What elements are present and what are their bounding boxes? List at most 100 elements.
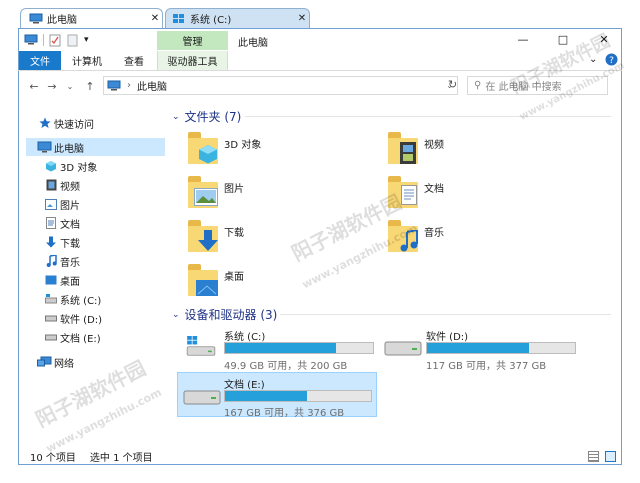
sidebar-item-documents[interactable]: 文档 [26,214,165,232]
refresh-icon[interactable]: ↻ [448,78,457,91]
sidebar-item-label: 图片 [60,200,80,212]
sidebar-item-label: 此电脑 [54,143,84,155]
windows-drive-icon [172,13,186,25]
tab-drive-c[interactable]: 系统 (C:) ✕ [165,8,310,28]
music-icon [44,255,58,267]
folder-label: 文档 [424,184,444,195]
sidebar-item-desktop[interactable]: 桌面 [26,271,165,289]
sidebar-item-label: 音乐 [60,257,80,269]
drive-name: 系统 (C:) [224,332,266,343]
folder-label: 3D 对象 [224,140,262,151]
drive-icon [44,333,58,341]
drive-info: 167 GB 可用，共 376 GB [224,408,345,419]
folder-picture-icon [188,174,218,208]
computer-icon [36,141,52,153]
sidebar-item-label: 网络 [54,358,74,370]
sidebar-item-label: 快速访问 [54,119,94,131]
back-button[interactable]: ← [26,78,42,94]
folder-label: 音乐 [424,228,444,239]
folder-label: 图片 [224,184,244,195]
cube-icon [44,160,58,172]
sidebar-item-label: 桌面 [60,276,80,288]
tab-label: 此电脑 [47,15,77,26]
customize-toolbar-icon[interactable]: ▾ [84,35,89,45]
sidebar-item-drive-e[interactable]: 文档 (E:) [26,328,165,346]
address-bar[interactable]: › 此电脑 ⌄ [103,76,458,95]
sidebar-item-drive-d[interactable]: 软件 (D:) [26,309,165,327]
sidebar-item-videos[interactable]: 视频 [26,176,165,194]
sidebar-item-quick-access[interactable]: 快速访问 [26,114,165,132]
tab-file[interactable]: 文件 [19,51,61,70]
folder-item-documents[interactable]: 文档 [386,172,566,212]
window-title: 此电脑 [238,38,268,49]
details-view-icon[interactable] [588,451,599,462]
computer-icon[interactable] [24,34,38,46]
large-icons-view-icon[interactable] [605,451,616,462]
drive-usage-bar [224,390,372,402]
folder-item-3d-objects[interactable]: 3D 对象 [186,128,366,168]
up-button[interactable]: ↑ [82,78,98,94]
drive-item-d[interactable]: 软件 (D:) 117 GB 可用，共 377 GB [380,324,580,372]
drives-group-header[interactable]: ⌄ 设备和驱动器 (3) [172,306,277,323]
minimize-button[interactable]: — [508,30,538,48]
network-icon [36,356,52,368]
sidebar-item-3d-objects[interactable]: 3D 对象 [26,157,165,175]
sidebar-item-this-pc[interactable]: 此电脑 [26,138,165,156]
new-folder-icon[interactable] [67,34,78,47]
quick-access-toolbar: ▾ [24,33,89,47]
drive-info: 117 GB 可用，共 377 GB [426,361,547,372]
drive-icon [384,341,422,356]
folder-label: 桌面 [224,272,244,283]
sidebar-item-downloads[interactable]: 下载 [26,233,165,251]
chevron-down-icon[interactable]: ⌄ [172,310,180,320]
drive-usage-bar [224,342,374,354]
search-icon: ⚲ [474,80,482,91]
sidebar-item-drive-c[interactable]: 系统 (C:) [26,290,165,308]
context-tab-manage[interactable]: 管理 [157,31,228,50]
folder-desktop-icon [188,262,218,296]
sidebar-item-label: 软件 (D:) [60,314,103,326]
windows-drive-icon [186,336,216,356]
drive-icon [44,294,58,304]
breadcrumb[interactable]: 此电脑 [137,78,167,93]
drive-name: 软件 (D:) [426,332,469,343]
folders-group-header[interactable]: ⌄ 文件夹 (7) [172,108,241,125]
drive-item-c[interactable]: 系统 (C:) 49.9 GB 可用，共 200 GB [178,324,378,372]
recent-locations-icon[interactable]: ⌄ [62,78,78,94]
sidebar-item-label: 下载 [60,238,80,250]
group-title: 文件夹 (7) [184,110,242,124]
group-title: 设备和驱动器 (3) [184,308,278,322]
folder-video-icon [388,130,418,164]
status-bar: 10 个项目 选中 1 个项目 [18,448,622,465]
divider [43,34,44,46]
drive-icon [44,314,58,322]
sidebar-item-label: 系统 (C:) [60,295,102,307]
drive-usage-fill [225,391,307,401]
forward-button[interactable]: → [44,78,60,94]
drive-usage-fill [427,343,530,353]
star-icon [38,117,52,129]
chevron-down-icon[interactable]: ⌄ [172,112,180,122]
sidebar-item-label: 文档 [60,219,80,231]
folder-download-icon [188,218,218,252]
folder-3d-icon [188,130,218,164]
sidebar-item-music[interactable]: 音乐 [26,252,165,270]
tab-drive-tools[interactable]: 驱动器工具 [157,51,228,70]
folder-item-videos[interactable]: 视频 [386,128,566,168]
properties-icon[interactable] [49,34,61,47]
drive-icon [183,390,221,405]
tab-strip: 此电脑 ✕ 系统 (C:) ✕ [0,0,640,30]
picture-icon [44,198,58,210]
tab-view[interactable]: 查看 [114,51,154,70]
sidebar-item-label: 视频 [60,181,80,193]
tab-this-pc[interactable]: 此电脑 ✕ [20,8,163,28]
document-icon [44,217,58,229]
tab-computer[interactable]: 计算机 [65,51,109,70]
folder-item-pictures[interactable]: 图片 [186,172,366,212]
close-icon[interactable]: ✕ [295,13,309,24]
sidebar-item-pictures[interactable]: 图片 [26,195,165,213]
selection-count: 选中 1 个项目 [89,453,153,464]
drive-item-e[interactable]: 文档 (E:) 167 GB 可用，共 376 GB [177,372,377,419]
breadcrumb-separator-icon: › [127,80,131,91]
close-icon[interactable]: ✕ [148,13,162,24]
